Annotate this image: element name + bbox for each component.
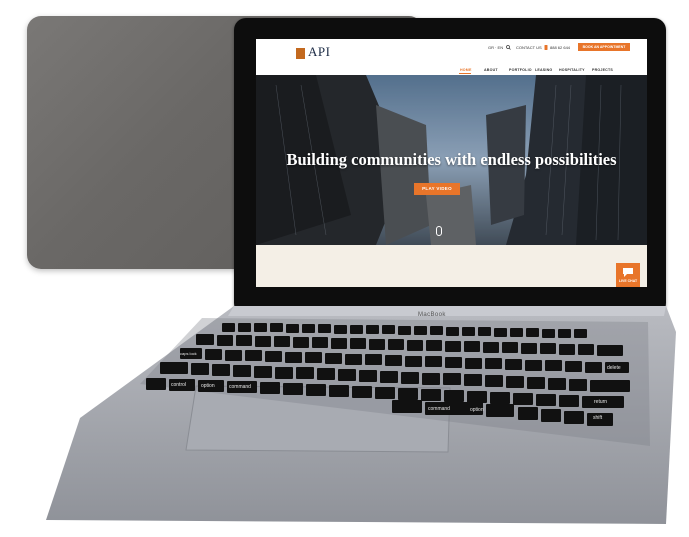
option-left-key-label: option: [201, 383, 215, 389]
book-appointment-button[interactable]: BOOK AN APPOINTMENT: [578, 43, 630, 51]
live-chat-button[interactable]: [616, 263, 640, 287]
key-row-5: [146, 378, 624, 408]
contact-link[interactable]: CONTACT US: [516, 45, 542, 50]
hero-title: Building communities with endless possib…: [286, 150, 617, 169]
delete-key-label: delete: [607, 365, 621, 371]
search-icon[interactable]: [506, 45, 511, 50]
phone-icon: [544, 45, 548, 50]
scroll-indicator[interactable]: [436, 226, 442, 236]
laptop-brand-label: MacBook: [418, 312, 446, 318]
nav-about[interactable]: ABOUT: [484, 68, 498, 72]
option-right-key-label: option: [470, 407, 484, 413]
nav-projects[interactable]: PROJECTS: [592, 68, 613, 72]
site-logo[interactable]: API: [308, 44, 330, 60]
nav-hospitality[interactable]: HOSPITALITY: [559, 68, 585, 72]
key-row-6: [392, 400, 613, 426]
control-key-label: control: [171, 382, 187, 388]
nav-home[interactable]: HOME: [460, 68, 472, 72]
key-row-3: [180, 348, 629, 373]
live-chat-label: LIVE CHAT: [618, 279, 638, 283]
logo-mark-icon: [296, 48, 305, 59]
play-video-button[interactable]: PLAY VIDEO: [414, 183, 460, 195]
nav-portfolio[interactable]: PORTFOLIO: [509, 68, 532, 72]
command-right-key-label: command: [428, 406, 450, 412]
site-header: API GR · EN CONTACT US 888 62 644 BOOK A…: [256, 39, 647, 75]
command-left-key-label: command: [229, 384, 251, 390]
key-row-2: [196, 334, 623, 356]
nav-leasing[interactable]: LEASING: [535, 68, 552, 72]
return-key-label: return: [594, 399, 608, 405]
nav-active-underline: [459, 73, 471, 74]
key-row-1: [222, 323, 587, 338]
chat-icon: [623, 268, 633, 277]
caps-lock-key-label: caps lock: [180, 351, 197, 356]
shift-key-label: shift: [593, 415, 603, 421]
language-switcher[interactable]: GR · EN: [488, 45, 503, 50]
website-screen: API GR · EN CONTACT US 888 62 644 BOOK A…: [256, 39, 647, 287]
phone-number[interactable]: 888 62 644: [550, 45, 570, 50]
hero-section: Building communities with endless possib…: [256, 75, 647, 245]
